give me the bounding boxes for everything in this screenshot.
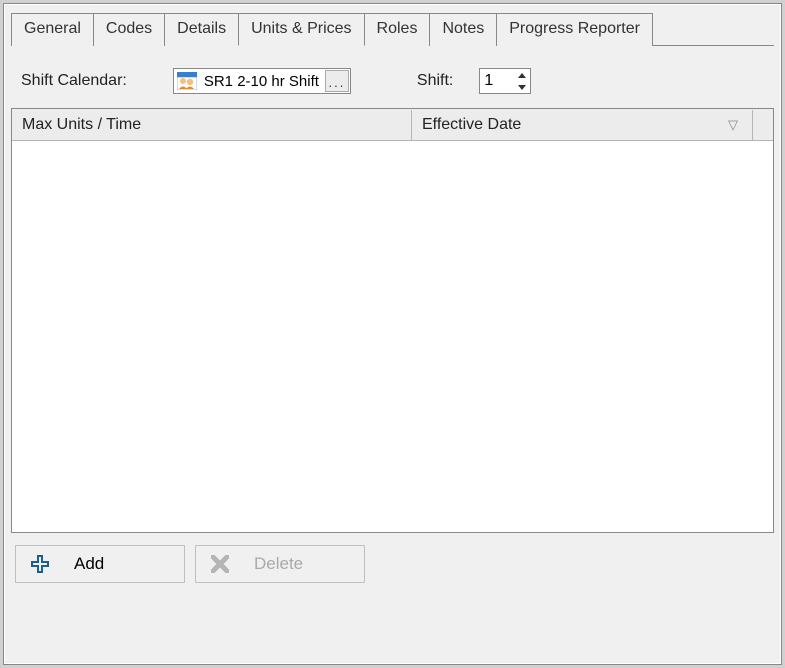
column-max-units[interactable]: Max Units / Time <box>12 110 412 140</box>
add-button[interactable]: Add <box>15 545 185 583</box>
tab-details[interactable]: Details <box>164 13 239 46</box>
tab-roles[interactable]: Roles <box>364 13 431 46</box>
shift-stepper[interactable]: 1 <box>479 68 531 94</box>
shift-step-down[interactable] <box>514 81 530 93</box>
table-header: Max Units / Time Effective Date ▽ <box>12 109 773 141</box>
shift-label: Shift: <box>417 72 453 90</box>
column-effective-date[interactable]: Effective Date ▽ <box>412 110 753 140</box>
triangle-up-icon <box>518 73 526 78</box>
tab-units-prices[interactable]: Units & Prices <box>238 13 364 46</box>
browse-calendar-button[interactable]: ... <box>325 70 349 92</box>
tab-general[interactable]: General <box>11 13 94 46</box>
shift-value[interactable]: 1 <box>480 69 514 93</box>
column-spacer <box>753 119 773 131</box>
shift-calendar-field[interactable]: SR1 2-10 hr Shift ... <box>173 68 351 94</box>
calendar-people-icon <box>176 70 198 92</box>
tab-notes[interactable]: Notes <box>429 13 497 46</box>
add-button-label: Add <box>74 554 104 574</box>
x-icon <box>210 554 230 574</box>
delete-button[interactable]: Delete <box>195 545 365 583</box>
units-table: Max Units / Time Effective Date ▽ <box>11 108 774 533</box>
sort-desc-icon: ▽ <box>728 117 738 133</box>
plus-icon <box>30 554 50 574</box>
shift-calendar-value: SR1 2-10 hr Shift <box>198 73 325 90</box>
tab-codes[interactable]: Codes <box>93 13 165 46</box>
delete-button-label: Delete <box>254 554 303 574</box>
tab-content: Shift Calendar: SR1 2-10 hr Shift <box>11 45 774 651</box>
shift-step-up[interactable] <box>514 69 530 81</box>
column-effective-date-label: Effective Date <box>422 116 521 134</box>
tab-bar: General Codes Details Units & Prices Rol… <box>11 13 774 46</box>
triangle-down-icon <box>518 85 526 90</box>
shift-calendar-label: Shift Calendar: <box>21 72 127 90</box>
dialog-panel: General Codes Details Units & Prices Rol… <box>4 4 781 664</box>
tab-progress-reporter[interactable]: Progress Reporter <box>496 13 653 46</box>
